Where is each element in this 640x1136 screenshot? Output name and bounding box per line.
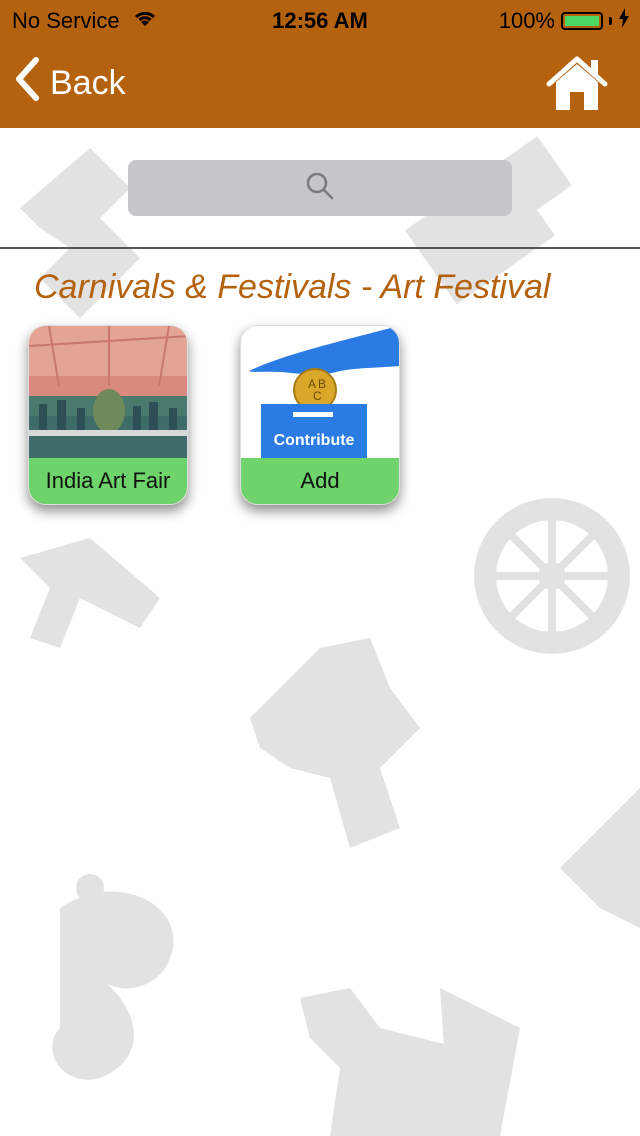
battery-nub [609,17,612,25]
search-input[interactable] [128,160,516,218]
tile-india-art-fair[interactable]: India Art Fair [28,325,188,505]
contribute-graphic: A B C Contribute [241,326,399,458]
contribute-text: Contribute [274,432,355,449]
charging-icon [618,8,630,34]
back-label: Back [50,63,126,102]
back-button[interactable]: Back [14,56,126,106]
battery-level [565,16,599,26]
search-bar[interactable] [128,160,516,218]
battery-icon [561,12,603,30]
top-bar: No Service 12:56 AM 100% Back [0,0,640,128]
tile-label: India Art Fair [29,458,187,504]
svg-text:C: C [313,389,322,403]
tile-add[interactable]: A B C Contribute Add [240,325,400,505]
battery-percent: 100% [498,8,555,33]
tile-label: Add [241,458,399,504]
home-button[interactable] [544,54,610,114]
art-fair-photo [29,326,187,458]
screen: No Service 12:56 AM 100% Back Carnivals … [0,0,640,1136]
home-icon [546,56,608,110]
status-bar: No Service 12:56 AM 100% [0,0,640,40]
tile-grid: India Art Fair A B C Contribute Add [28,325,400,505]
nav-bar: Back [0,40,640,128]
chevron-left-icon [14,56,40,110]
divider [0,247,640,249]
section-title: Carnivals & Festivals - Art Festival [34,268,551,306]
status-right: 100% [499,8,630,34]
